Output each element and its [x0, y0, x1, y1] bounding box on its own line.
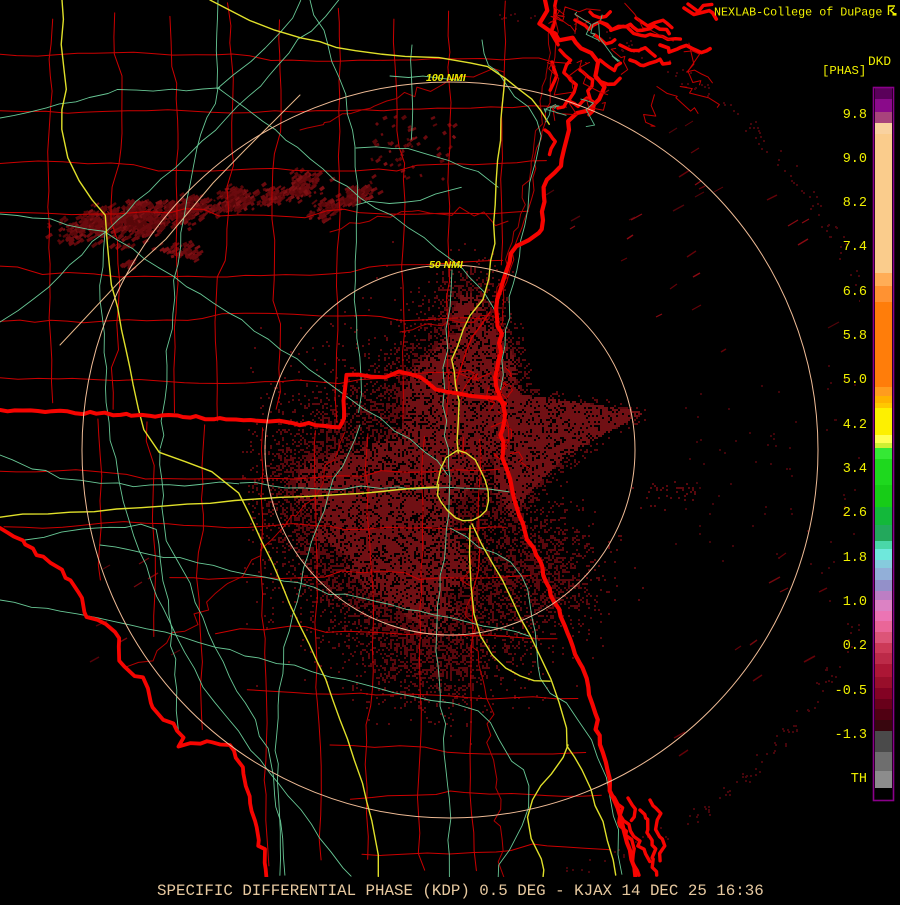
svg-text:9.0: 9.0: [843, 152, 867, 167]
svg-text:100 NMI: 100 NMI: [426, 72, 467, 84]
svg-text:5.0: 5.0: [843, 373, 867, 388]
svg-text:-1.3: -1.3: [835, 728, 867, 743]
svg-text:SPECIFIC DIFFERENTIAL PHASE (K: SPECIFIC DIFFERENTIAL PHASE (KDP) 0.5 DE…: [157, 882, 764, 900]
svg-text:[PHAS]: [PHAS]: [822, 64, 866, 78]
svg-text:2.6: 2.6: [843, 506, 867, 521]
svg-text:1.0: 1.0: [843, 595, 867, 610]
svg-text:50 NMI: 50 NMI: [429, 259, 464, 271]
svg-text:3.4: 3.4: [843, 462, 867, 477]
svg-text:-0.5: -0.5: [835, 684, 867, 699]
svg-text:NEXLAB-College of DuPage: NEXLAB-College of DuPage: [714, 6, 882, 20]
svg-text:8.2: 8.2: [843, 196, 867, 211]
svg-text:4.2: 4.2: [843, 418, 867, 433]
svg-text:6.6: 6.6: [843, 285, 867, 300]
svg-text:9.8: 9.8: [843, 108, 867, 123]
svg-text:DKD: DKD: [868, 54, 891, 69]
svg-text:7.4: 7.4: [843, 240, 867, 255]
svg-text:0.2: 0.2: [843, 639, 867, 654]
svg-text:TH: TH: [851, 772, 867, 787]
svg-text:5.8: 5.8: [843, 329, 867, 344]
svg-text:1.8: 1.8: [843, 551, 867, 566]
